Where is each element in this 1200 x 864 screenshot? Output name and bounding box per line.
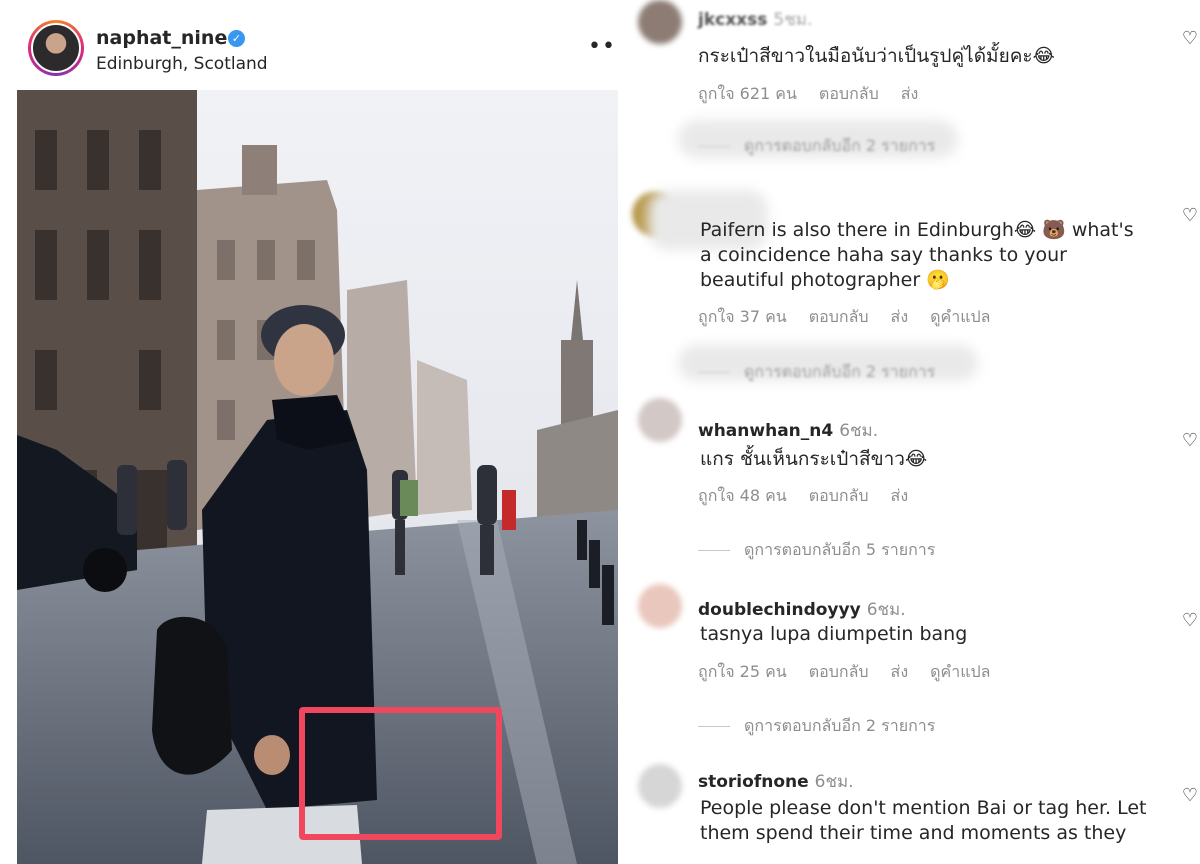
reply-divider: [698, 372, 730, 373]
comment-time: 6ชม.: [866, 600, 906, 620]
view-replies-text: ดูการตอบกลับอีก 2 รายการ: [744, 362, 936, 381]
view-replies-text: ดูการตอบกลับอีก 5 รายการ: [744, 540, 936, 559]
comment-time: 6ชม.: [814, 772, 854, 792]
post-username[interactable]: naphat_nine: [96, 27, 227, 49]
comment-reply-button[interactable]: ตอบกลับ: [809, 662, 869, 681]
comment-time: 6ชม.: [839, 421, 879, 441]
reply-divider: [698, 146, 730, 147]
see-translation-link[interactable]: ดูคำแปล: [930, 307, 990, 326]
like-heart-icon[interactable]: ♡: [1182, 610, 1198, 631]
comment-username-text: doublechindoyyy: [698, 600, 861, 620]
comment-avatar[interactable]: [638, 398, 682, 442]
comment-username[interactable]: doublechindoyyy 6ชม.: [698, 596, 906, 623]
reply-divider: [698, 550, 730, 551]
comment-username[interactable]: jkcxxss 5ชม.: [698, 6, 812, 33]
comment-text: กระเป๋าสีขาวในมือนับว่าเป็นรูปคู่ได้มั้ย…: [698, 45, 1055, 67]
comment-text: Paifern is also there in Edinburgh😂 🐻 wh…: [700, 219, 1134, 291]
view-replies-link[interactable]: ดูการตอบกลับอีก 2 รายการ: [698, 360, 935, 385]
comment-send-button[interactable]: ส่ง: [891, 307, 909, 326]
comment-reply-button[interactable]: ตอบกลับ: [809, 307, 869, 326]
instagram-post: naphat_nine ✓ Edinburgh, Scotland •••: [0, 0, 629, 864]
comment-time: 5ชม.: [773, 10, 813, 30]
reply-divider: [698, 726, 730, 727]
comment-username[interactable]: storiofnone 6ชม.: [698, 768, 854, 795]
view-replies-text: ดูการตอบกลับอีก 2 รายการ: [744, 136, 936, 155]
comment-avatar[interactable]: [638, 764, 682, 808]
comment-avatar[interactable]: [638, 584, 682, 628]
highlight-box: [299, 707, 502, 840]
comment-send-button[interactable]: ส่ง: [891, 486, 909, 505]
avatar-image: [31, 23, 81, 73]
comment-username-text: storiofnone: [698, 772, 809, 792]
see-translation-link[interactable]: ดูคำแปล: [930, 662, 990, 681]
post-location[interactable]: Edinburgh, Scotland: [96, 54, 268, 74]
view-replies-link[interactable]: ดูการตอบกลับอีก 2 รายการ: [698, 714, 935, 739]
comment-reply-button[interactable]: ตอบกลับ: [809, 486, 869, 505]
comment-username-text: whanwhan_n4: [698, 421, 834, 441]
like-heart-icon[interactable]: ♡: [1182, 785, 1198, 806]
comment-text: แกร ชั้นเห็นกระเป๋าสีขาว😂: [700, 448, 928, 470]
comment-meta: ถูกใจ 48 คน ตอบกลับ ส่ง: [698, 484, 930, 509]
view-replies-link[interactable]: ดูการตอบกลับอีก 5 รายการ: [698, 538, 935, 563]
post-photo[interactable]: [17, 90, 618, 864]
comment-likes[interactable]: ถูกใจ 48 คน: [698, 486, 787, 505]
like-heart-icon[interactable]: ♡: [1182, 430, 1198, 451]
view-replies-link[interactable]: ดูการตอบกลับอีก 2 รายการ: [698, 134, 935, 159]
post-header: naphat_nine ✓ Edinburgh, Scotland •••: [0, 0, 629, 90]
comment-meta: ถูกใจ 37 คน ตอบกลับ ส่ง ดูคำแปล: [698, 305, 1012, 330]
verified-badge-icon: ✓: [228, 30, 245, 47]
profile-avatar[interactable]: [28, 20, 84, 76]
view-replies-text: ดูการตอบกลับอีก 2 รายการ: [744, 716, 936, 735]
comment-text: People please don't mention Bai or tag h…: [700, 797, 1147, 844]
comment-username-text: jkcxxss: [698, 10, 768, 30]
comment-likes[interactable]: ถูกใจ 25 คน: [698, 662, 787, 681]
comment-send-button[interactable]: ส่ง: [901, 84, 919, 103]
like-heart-icon[interactable]: ♡: [1182, 205, 1198, 226]
like-heart-icon[interactable]: ♡: [1182, 28, 1198, 49]
comment-send-button[interactable]: ส่ง: [891, 662, 909, 681]
comment-likes[interactable]: ถูกใจ 621 คน: [698, 84, 797, 103]
comment-reply-button[interactable]: ตอบกลับ: [819, 84, 879, 103]
comments-panel: jkcxxss 5ชม. กระเป๋าสีขาวในมือนับว่าเป็นร…: [618, 0, 1200, 864]
comment-likes[interactable]: ถูกใจ 37 คน: [698, 307, 787, 326]
comment-avatar[interactable]: [638, 0, 682, 44]
comment-text: tasnya lupa diumpetin bang: [700, 623, 968, 645]
comment-meta: ถูกใจ 621 คน ตอบกลับ ส่ง: [698, 82, 940, 107]
comment-meta: ถูกใจ 25 คน ตอบกลับ ส่ง ดูคำแปล: [698, 660, 1012, 685]
comment-username[interactable]: whanwhan_n4 6ชม.: [698, 417, 878, 444]
